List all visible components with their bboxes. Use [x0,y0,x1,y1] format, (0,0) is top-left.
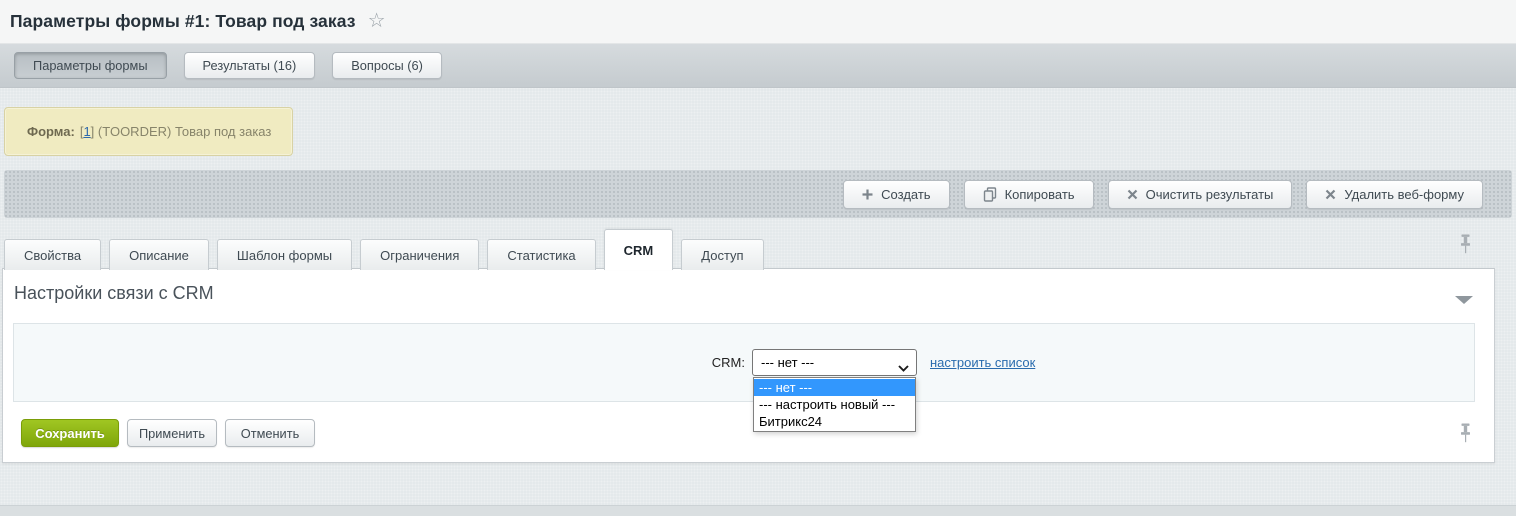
tab-statistics[interactable]: Статистика [487,239,595,270]
crm-dropdown-list: --- нет --- --- настроить новый --- Битр… [753,377,916,432]
tab-access[interactable]: Доступ [681,239,763,270]
form-info-bracket-close: ] [91,124,95,139]
x-icon [1325,189,1336,200]
tab-crm[interactable]: CRM [604,229,674,270]
crm-select[interactable]: --- нет --- [752,349,917,376]
top-tab-results[interactable]: Результаты (16) [184,52,316,79]
section-title: Настройки связи с CRM [14,283,214,304]
configure-list-link[interactable]: настроить список [930,349,1035,376]
save-button[interactable]: Сохранить [21,419,119,447]
cancel-button[interactable]: Отменить [225,419,315,447]
dropdown-option-none[interactable]: --- нет --- [754,379,915,396]
bottom-strip [0,505,1516,516]
clear-results-button[interactable]: Очистить результаты [1108,180,1293,209]
favorite-star-icon[interactable]: ☆ [368,11,386,31]
page-title: Параметры формы #1: Товар под заказ [10,11,356,32]
create-button-label: Создать [881,187,930,202]
top-tab-form-params[interactable]: Параметры формы [14,52,167,79]
x-icon [1127,189,1138,200]
page-header: Параметры формы #1: Товар под заказ ☆ [0,0,1516,44]
copy-button-label: Копировать [1005,187,1075,202]
copy-icon [983,187,997,202]
create-button[interactable]: Создать [843,180,949,209]
crm-field-label: CRM: [595,349,745,376]
form-id-link[interactable]: 1 [83,124,90,139]
dropdown-option-configure-new[interactable]: --- настроить новый --- [754,396,915,413]
form-info-label: Форма: [27,124,75,139]
chevron-down-icon [898,360,909,375]
tab-description[interactable]: Описание [109,239,209,270]
apply-button[interactable]: Применить [127,419,217,447]
tab-form-template[interactable]: Шаблон формы [217,239,352,270]
form-info-box: Форма: [1] (TOORDER) Товар под заказ [4,107,293,156]
pin-icon[interactable] [1458,234,1473,254]
pin-icon[interactable] [1458,423,1473,443]
delete-webform-button-label: Удалить веб-форму [1344,187,1464,202]
tab-restrictions[interactable]: Ограничения [360,239,479,270]
form-info-text: (TOORDER) Товар под заказ [98,124,271,139]
collapse-section-icon[interactable] [1455,296,1473,304]
top-tab-band: Параметры формы Результаты (16) Вопросы … [0,44,1516,88]
clear-results-button-label: Очистить результаты [1146,187,1274,202]
crm-select-value: --- нет --- [761,355,814,370]
page: Параметры формы #1: Товар под заказ ☆ Па… [0,0,1516,516]
plus-icon [862,189,873,200]
tab-properties[interactable]: Свойства [4,239,101,270]
copy-button[interactable]: Копировать [964,180,1094,209]
delete-webform-button[interactable]: Удалить веб-форму [1306,180,1483,209]
toolbar: Создать Копировать Очистить результаты У… [4,170,1512,218]
dropdown-option-bitrix24[interactable]: Битрикс24 [754,413,915,430]
top-tab-questions[interactable]: Вопросы (6) [332,52,442,79]
content-tab-row: Свойства Описание Шаблон формы Ограничен… [0,228,1450,269]
